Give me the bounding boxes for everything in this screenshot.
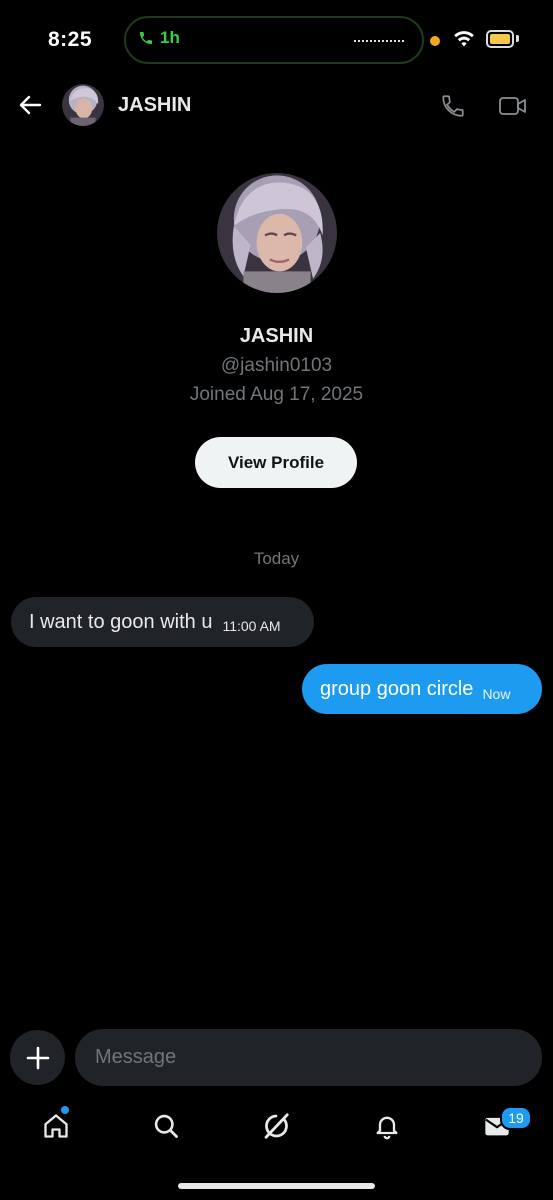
avatar-image (217, 173, 337, 293)
battery-tip (516, 35, 519, 42)
avatar-image (62, 84, 104, 126)
dynamic-island-call[interactable]: 1h (124, 16, 424, 64)
view-profile-button[interactable]: View Profile (195, 437, 357, 488)
profile-joined-date: Joined Aug 17, 2025 (189, 384, 364, 405)
notifications-icon (376, 1116, 398, 1140)
profile-handle: @jashin0103 (220, 355, 333, 376)
date-separator: Today (253, 549, 300, 568)
message-text: group goon circle (320, 677, 474, 700)
wifi-icon (454, 31, 474, 47)
mic-in-use-indicator (430, 36, 440, 46)
tab-notifications[interactable] (369, 1108, 405, 1144)
home-unread-dot (61, 1106, 69, 1114)
plus-icon (26, 1046, 49, 1069)
battery-icon (486, 30, 514, 48)
phone-icon[interactable] (440, 93, 466, 119)
header-contact-name: JASHIN (118, 94, 192, 116)
home-icon (44, 1114, 68, 1138)
phone-call-icon (140, 32, 152, 44)
add-attachment-button[interactable] (10, 1030, 65, 1085)
message-input[interactable] (75, 1029, 542, 1086)
back-arrow-icon[interactable] (18, 94, 42, 116)
messages-badge: 19 (500, 1106, 532, 1130)
search-icon (154, 1114, 178, 1138)
tab-grok[interactable] (258, 1108, 294, 1144)
call-duration: 1h (160, 28, 180, 47)
home-indicator[interactable] (178, 1183, 375, 1189)
message-text: I want to goon with u (29, 610, 213, 633)
header-avatar[interactable] (62, 84, 104, 126)
outgoing-message-bubble[interactable]: group goon circle Now (302, 664, 542, 714)
profile-name: JASHIN (239, 325, 314, 347)
video-icon[interactable] (498, 94, 528, 118)
audio-waveform (354, 40, 404, 42)
status-time: 8:25 (48, 28, 93, 51)
profile-avatar[interactable] (217, 173, 337, 293)
tab-home[interactable] (38, 1108, 74, 1144)
incoming-message-bubble[interactable]: I want to goon with u 11:00 AM (11, 597, 314, 647)
call-indicator: 1h (138, 28, 180, 48)
message-time: 11:00 AM (222, 618, 281, 634)
tab-search[interactable] (148, 1108, 184, 1144)
message-time: Now (482, 686, 511, 702)
grok-icon (264, 1113, 289, 1139)
